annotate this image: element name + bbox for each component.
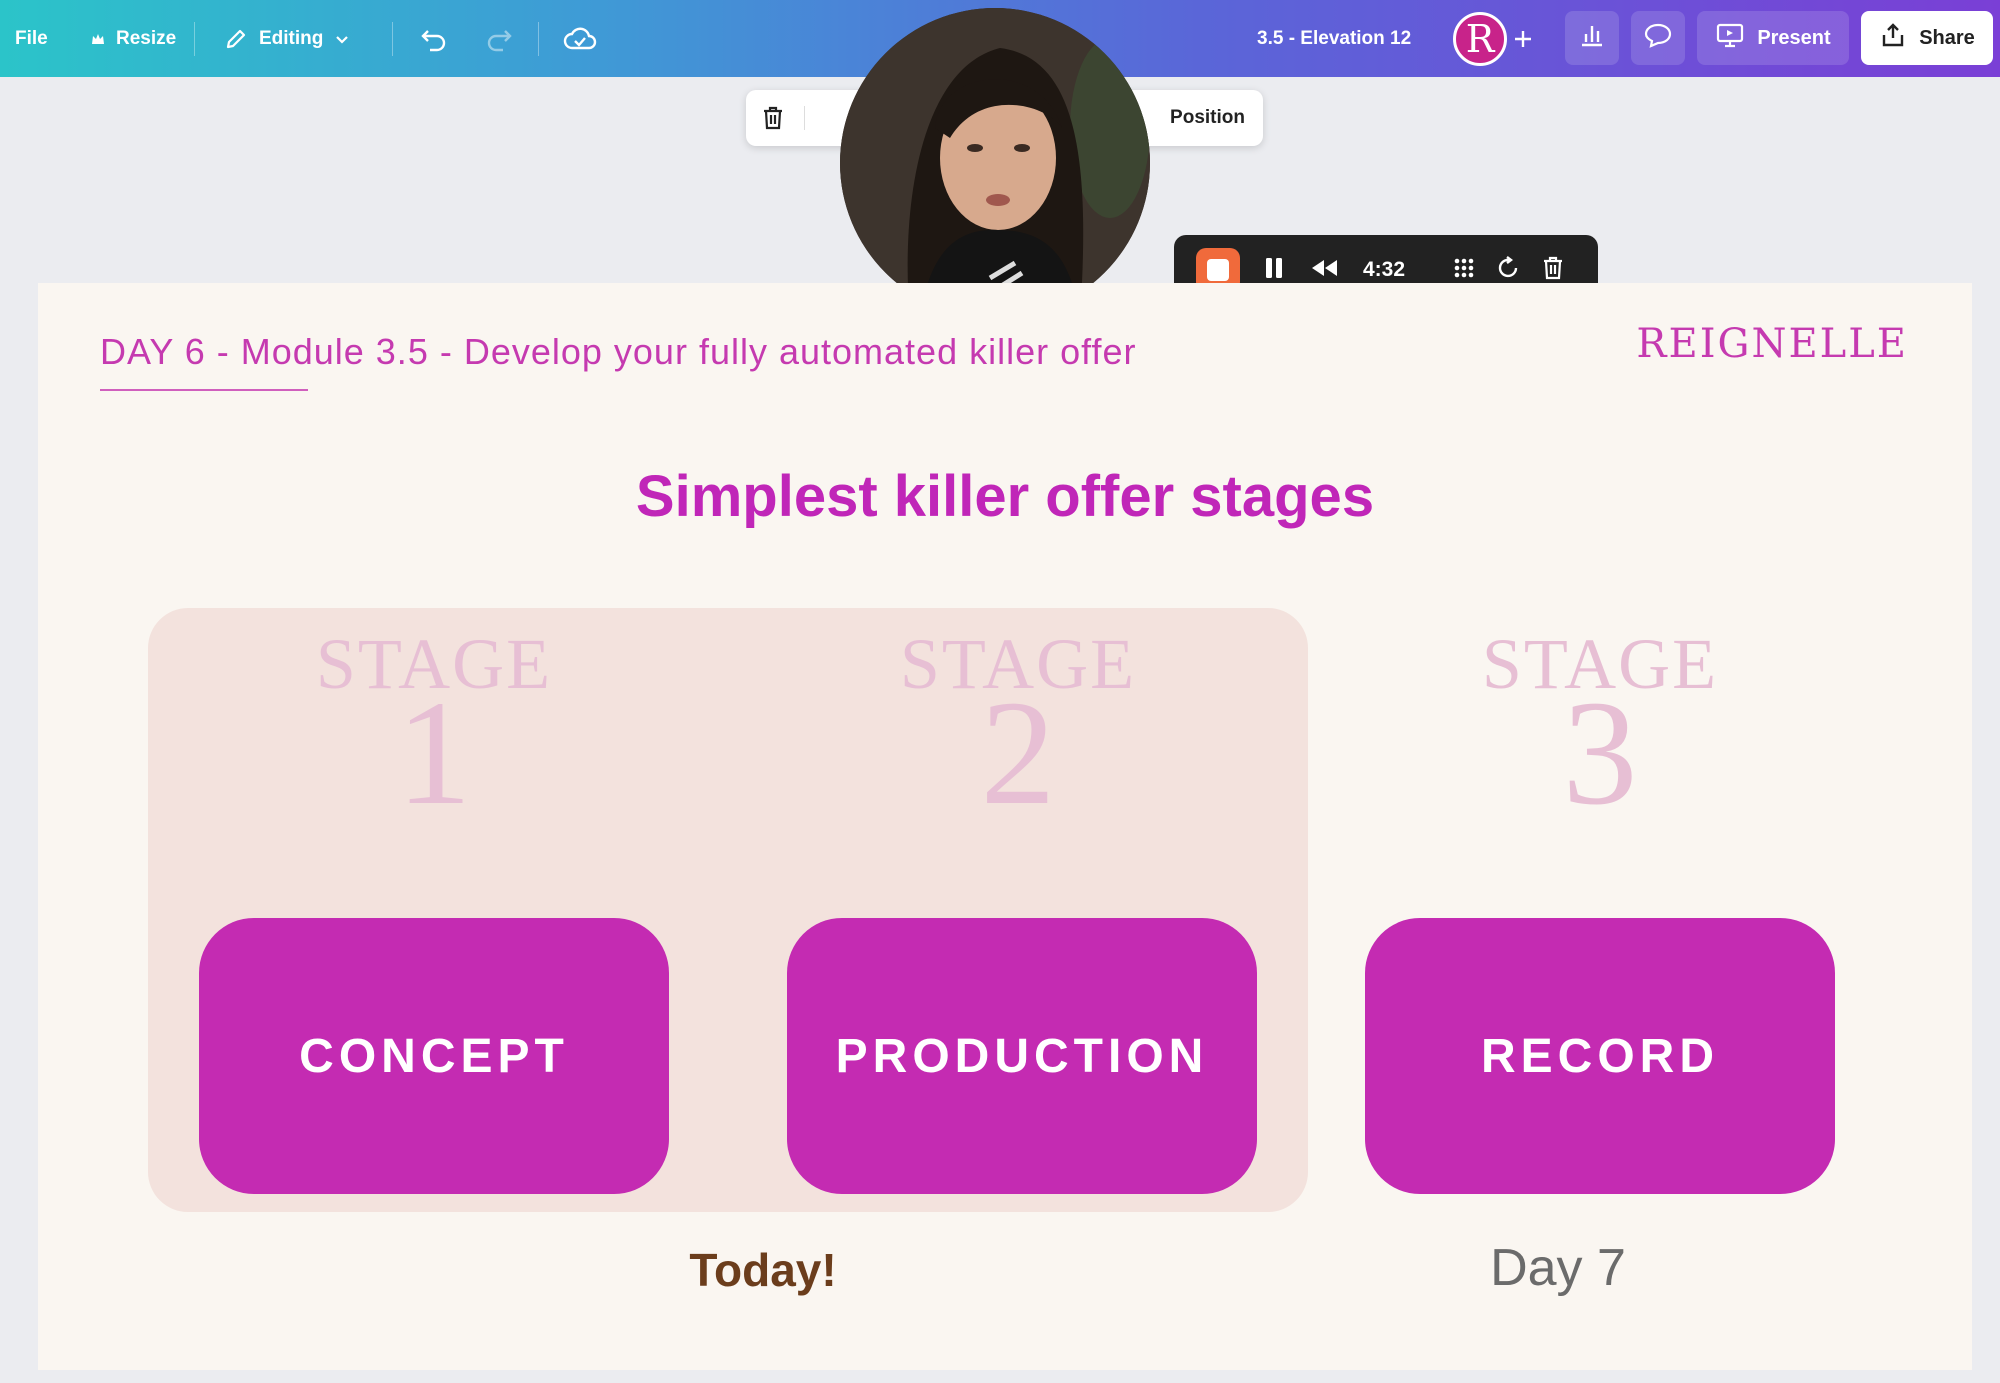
chevron-down-icon [333, 30, 351, 48]
editing-mode-dropdown[interactable]: Editing [223, 0, 351, 77]
trash-icon [760, 106, 786, 136]
share-label: Share [1919, 26, 1975, 49]
timer-text: 4:32 [1363, 258, 1406, 281]
rewind-icon [1308, 256, 1340, 285]
avatar-initial: R [1465, 17, 1495, 61]
production-label: PRODUCTION [835, 1029, 1209, 1083]
redo-icon [484, 25, 514, 53]
resize-label: Resize [116, 27, 177, 49]
trash-icon [1540, 254, 1566, 287]
toolbar-divider [804, 106, 805, 130]
brand-logo[interactable]: REIGNELLE [1636, 321, 1908, 367]
slide-canvas[interactable]: DAY 6 - Module 3.5 - Develop your fully … [38, 283, 1972, 1370]
share-icon [1879, 21, 1907, 55]
position-label: Position [1170, 107, 1245, 128]
bar-chart-icon [1578, 22, 1606, 54]
present-button[interactable]: Present [1697, 11, 1849, 65]
comments-button[interactable] [1631, 11, 1685, 65]
resize-button[interactable]: Resize [90, 0, 176, 77]
toolbar-divider [392, 22, 393, 56]
undo-icon [419, 25, 449, 53]
webcam-bubble[interactable] [840, 8, 1150, 318]
cloud-check-icon [563, 25, 597, 53]
cloud-save-status[interactable] [563, 0, 597, 77]
restart-icon [1496, 255, 1522, 286]
slide-title[interactable]: Simplest killer offer stages [38, 463, 1972, 530]
document-title[interactable]: 3.5 - Elevation 12 [1257, 0, 1411, 77]
pause-icon [1261, 254, 1287, 287]
grid-icon [1450, 254, 1478, 287]
insights-button[interactable] [1565, 11, 1619, 65]
editing-label: Editing [259, 27, 324, 49]
comment-icon [1643, 21, 1673, 55]
share-button[interactable]: Share [1861, 11, 1993, 65]
pencil-icon [223, 26, 249, 52]
presenter-video-image [840, 8, 1150, 318]
stage-number: 1 [396, 670, 472, 836]
stage-number: 2 [980, 670, 1056, 836]
document-title-text: 3.5 - Elevation 12 [1257, 27, 1412, 49]
concept-label: CONCEPT [299, 1029, 569, 1083]
toolbar-divider [538, 22, 539, 56]
stop-icon [1207, 259, 1229, 281]
delete-element-button[interactable] [760, 104, 786, 137]
today-label[interactable]: Today! [598, 1243, 928, 1297]
header-underline [100, 389, 308, 391]
file-label: File [15, 27, 48, 49]
plus-icon [1512, 28, 1534, 50]
concept-box[interactable]: CONCEPT [199, 918, 669, 1194]
redo-button[interactable] [484, 0, 514, 77]
stage-number: 3 [1562, 670, 1638, 836]
avatar[interactable]: R [1453, 12, 1507, 66]
production-box[interactable]: PRODUCTION [787, 918, 1257, 1194]
position-button[interactable]: Position [1170, 90, 1245, 146]
record-box[interactable]: RECORD [1365, 918, 1835, 1194]
file-menu[interactable]: File [15, 0, 48, 77]
crown-icon [90, 31, 106, 47]
present-icon [1715, 21, 1745, 55]
present-label: Present [1757, 26, 1831, 49]
add-collaborator-button[interactable] [1512, 0, 1534, 77]
undo-button[interactable] [419, 0, 449, 77]
toolbar-divider [194, 22, 195, 56]
slide-header[interactable]: DAY 6 - Module 3.5 - Develop your fully … [100, 331, 1136, 373]
day7-label[interactable]: Day 7 [1398, 1238, 1718, 1298]
record-label: RECORD [1480, 1029, 1719, 1083]
